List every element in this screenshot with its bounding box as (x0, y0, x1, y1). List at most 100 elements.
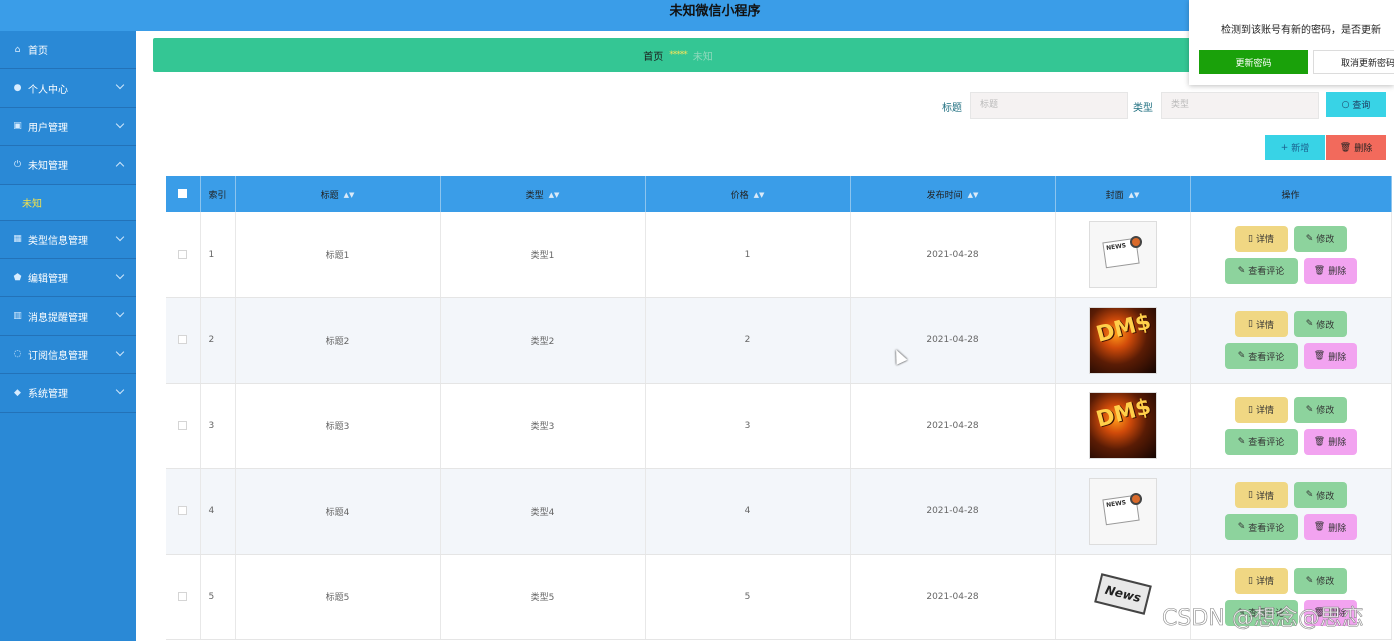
detail-button[interactable]: ▯ 详情 (1234, 482, 1288, 509)
delete-button[interactable]: 🗑 删除 (1326, 135, 1386, 160)
cancel-update-button[interactable]: 取消更新密码 (1313, 50, 1394, 74)
row-select-cell[interactable] (166, 212, 201, 298)
chevron-down-icon (115, 270, 125, 280)
sidebar-subitem-unknown[interactable]: 未知 (0, 184, 136, 221)
row-delete-button[interactable]: 🗑 删除 (1303, 428, 1357, 455)
detail-button[interactable]: ▯ 详情 (1234, 567, 1288, 594)
add-button[interactable]: + 新增 (1265, 135, 1325, 160)
table-row: 2 标题2 类型2 2 2021-04-28 DM$ ▯ 详情 ✎ 修改 ✎ 查看评论 🗑 删除 (166, 297, 1392, 384)
cell-title: 标题4 (235, 468, 441, 555)
sidebar-item-type-info[interactable]: ▦ 类型信息管理 (0, 221, 136, 259)
comment-label: 查看评论 (1248, 523, 1285, 534)
view-comments-button[interactable]: ✎ 查看评论 (1224, 514, 1298, 541)
row-checkbox[interactable] (178, 591, 188, 601)
sidebar-item-unknown[interactable]: ⏻ 未知管理 (0, 146, 136, 185)
type-search-input[interactable]: 类型 (1161, 92, 1319, 119)
header-type[interactable]: 类型 ▲▼ (440, 176, 646, 212)
cell-type: 类型2 (440, 297, 646, 384)
title-search-input[interactable]: 标题 (970, 92, 1128, 119)
edit-button[interactable]: ✎ 修改 (1293, 225, 1347, 252)
edit-button[interactable]: ✎ 修改 (1293, 567, 1347, 594)
cover-image: News (1088, 563, 1157, 631)
app-title: 未知微信小程序 (669, 4, 761, 19)
cell-price: 1 (645, 212, 851, 298)
chevron-down-icon (115, 309, 125, 318)
view-comments-button[interactable]: ✎ 查看评论 (1224, 428, 1298, 455)
sidebar-item-label: 用户管理 (28, 122, 68, 134)
doc-icon: ▯ (1248, 490, 1253, 501)
cover-image: DM$ (1088, 306, 1157, 374)
view-comments-button[interactable]: ✎ 查看评论 (1224, 343, 1298, 370)
cell-type: 类型1 (440, 212, 646, 298)
breadcrumb-separator: ***** (669, 50, 687, 60)
trash-icon: 🗑 (1313, 265, 1326, 276)
chevron-down-icon (115, 347, 125, 356)
edit-button[interactable]: ✎ 修改 (1293, 482, 1347, 509)
row-checkbox[interactable] (178, 335, 188, 345)
home-icon: ⌂ (14, 44, 21, 55)
row-select-cell[interactable] (166, 297, 201, 384)
detail-button[interactable]: ▯ 详情 (1234, 225, 1288, 252)
row-delete-button[interactable]: 🗑 删除 (1303, 343, 1357, 370)
sidebar-item-subscriptions[interactable]: ◌ 订阅信息管理 (0, 336, 136, 375)
chevron-down-icon (115, 81, 125, 90)
edit-button[interactable]: ✎ 修改 (1293, 311, 1347, 338)
row-delete-button[interactable]: 🗑 删除 (1303, 514, 1357, 541)
sidebar-item-system[interactable]: ◆ 系统管理 (0, 374, 136, 413)
comment-label: 查看评论 (1248, 267, 1285, 277)
sidebar-item-home[interactable]: ⌂ 首页 (0, 31, 136, 70)
sort-icon[interactable]: ▲▼ (344, 191, 355, 199)
sidebar-item-personal[interactable]: ● 个人中心 (0, 69, 136, 108)
cell-cover (1055, 212, 1191, 298)
detail-button[interactable]: ▯ 详情 (1234, 396, 1288, 423)
select-all-cell[interactable] (166, 176, 201, 212)
header-date[interactable]: 发布时间 ▲▼ (850, 176, 1056, 212)
trash-icon: 🗑 (1313, 522, 1326, 533)
pencil-icon: ✎ (1237, 351, 1246, 362)
row-checkbox[interactable] (178, 506, 188, 516)
row-select-cell[interactable] (166, 383, 201, 469)
pencil-icon: ✎ (1305, 233, 1314, 244)
select-all-checkbox[interactable] (178, 189, 188, 198)
row-select-cell[interactable] (166, 468, 201, 555)
grid-icon: ▦ (13, 234, 22, 245)
sort-icon[interactable]: ▲▼ (1129, 191, 1140, 199)
row-checkbox[interactable] (178, 420, 188, 430)
detail-button[interactable]: ▯ 详情 (1234, 311, 1288, 338)
row-select-cell[interactable] (166, 554, 201, 640)
top-bar: 未知微信小程序 (0, 0, 1394, 31)
cell-index: 5 (200, 554, 236, 640)
doc-icon: ▯ (1248, 319, 1253, 330)
detail-label: 详情 (1255, 406, 1274, 417)
header-date-label: 发布时间 (926, 190, 963, 201)
cell-type: 类型5 (440, 554, 646, 640)
row-checkbox[interactable] (178, 249, 188, 259)
update-password-button[interactable]: 更新密码 (1199, 50, 1308, 74)
trash-icon: 🗑 (1339, 142, 1352, 153)
sort-icon[interactable]: ▲▼ (549, 191, 560, 199)
header-index: 索引 (200, 176, 236, 212)
pencil-icon: ✎ (1237, 522, 1246, 533)
cell-index: 2 (200, 297, 236, 384)
sidebar-item-users[interactable]: ▣ 用户管理 (0, 108, 136, 147)
edit-label: 修改 (1316, 406, 1335, 417)
edit-button[interactable]: ✎ 修改 (1293, 396, 1347, 423)
chevron-up-icon (115, 161, 125, 171)
header-title-label: 标题 (320, 190, 339, 201)
view-comments-button[interactable]: ✎ 查看评论 (1224, 257, 1298, 284)
edit-label: 修改 (1316, 235, 1335, 245)
header-cover[interactable]: 封面 ▲▼ (1055, 176, 1191, 212)
delete-label: 删除 (1328, 352, 1347, 363)
header-title[interactable]: 标题 ▲▼ (235, 176, 441, 212)
header-price[interactable]: 价格 ▲▼ (645, 176, 851, 212)
sidebar-item-editor[interactable]: ⬟ 编辑管理 (0, 259, 136, 298)
query-button[interactable]: ○ 查询 (1326, 92, 1386, 117)
doc-icon: ▯ (1248, 233, 1253, 244)
cell-date: 2021-04-28 (850, 212, 1056, 298)
sidebar-item-messages[interactable]: ▥ 消息提醒管理 (0, 297, 136, 336)
row-delete-button[interactable]: 🗑 删除 (1303, 257, 1357, 284)
sort-icon[interactable]: ▲▼ (968, 191, 979, 199)
table-row: 3 标题3 类型3 3 2021-04-28 DM$ ▯ 详情 ✎ 修改 ✎ 查看评论 🗑 删除 (166, 383, 1392, 469)
sort-icon[interactable]: ▲▼ (754, 191, 765, 199)
breadcrumb-home[interactable]: 首页 (643, 48, 663, 63)
